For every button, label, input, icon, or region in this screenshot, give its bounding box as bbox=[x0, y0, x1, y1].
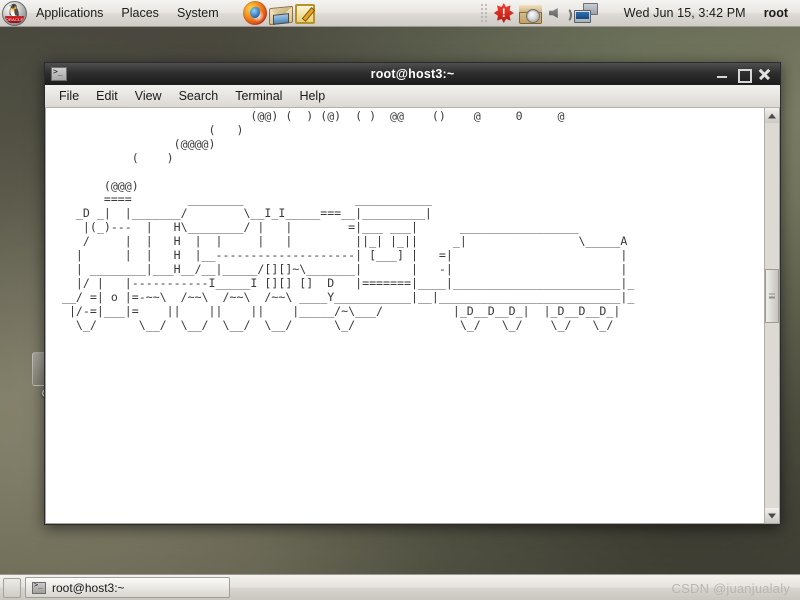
menu-search[interactable]: Search bbox=[171, 87, 227, 105]
ascii-art-locomotive: (@@) ( ) (@) ( ) @@ () @ 0 @ ( ) (@@@@) … bbox=[61, 109, 635, 332]
menu-file[interactable]: File bbox=[51, 87, 87, 105]
chevron-down-icon bbox=[768, 513, 776, 518]
close-button[interactable] bbox=[758, 68, 770, 80]
desktop[interactable]: OL 🐧 ORACLE Applications Places System W… bbox=[0, 0, 800, 600]
show-desktop-button[interactable] bbox=[3, 577, 21, 598]
text-editor-icon[interactable] bbox=[294, 4, 315, 24]
menu-help[interactable]: Help bbox=[291, 87, 333, 105]
volume-speaker-icon[interactable] bbox=[547, 3, 572, 23]
scroll-up-button[interactable] bbox=[765, 108, 779, 123]
scroll-down-button[interactable] bbox=[765, 508, 779, 523]
network-icon-front-screen bbox=[573, 9, 591, 23]
scrollbar-track[interactable] bbox=[765, 123, 779, 508]
maximize-button[interactable] bbox=[737, 68, 752, 83]
network-monitors-icon[interactable] bbox=[573, 2, 598, 24]
terminal-window[interactable]: root@host3:~ File Edit View Search Termi… bbox=[44, 62, 781, 525]
minimize-button[interactable] bbox=[716, 68, 728, 80]
logo-band-label: ORACLE bbox=[5, 15, 24, 23]
menu-edit[interactable]: Edit bbox=[88, 87, 126, 105]
terminal-body[interactable]: (@@) ( ) (@) ( ) @@ () @ 0 @ ( ) (@@@@) … bbox=[45, 108, 780, 524]
top-panel[interactable]: 🐧 ORACLE Applications Places System Wed … bbox=[0, 0, 800, 27]
chevron-up-icon bbox=[768, 113, 776, 118]
firefox-icon[interactable] bbox=[242, 1, 267, 25]
window-titlebar[interactable]: root@host3:~ bbox=[45, 63, 780, 85]
system-menu[interactable]: System bbox=[169, 3, 227, 23]
scrollbar-thumb[interactable] bbox=[765, 269, 779, 324]
alert-icon[interactable] bbox=[493, 3, 514, 23]
menu-terminal[interactable]: Terminal bbox=[227, 87, 290, 105]
taskbar-item-label: root@host3:~ bbox=[52, 580, 125, 595]
panel-drag-handle[interactable] bbox=[479, 3, 487, 23]
tux-oracle-logo-icon[interactable]: 🐧 ORACLE bbox=[2, 0, 27, 26]
menu-view[interactable]: View bbox=[127, 87, 170, 105]
terminal-screen[interactable]: (@@) ( ) (@) ( ) @@ () @ 0 @ ( ) (@@@@) … bbox=[46, 108, 764, 523]
taskbar-item-terminal[interactable]: root@host3:~ bbox=[25, 577, 230, 598]
current-user-label[interactable]: root bbox=[764, 6, 788, 20]
window-menubar[interactable]: File Edit View Search Terminal Help bbox=[45, 85, 780, 108]
watermark: CSDN @juanjualaly bbox=[671, 581, 790, 596]
clock[interactable]: Wed Jun 15, 3:42 PM bbox=[624, 6, 746, 20]
mail-icon[interactable] bbox=[268, 5, 293, 25]
terminal-icon bbox=[32, 581, 46, 594]
terminal-icon bbox=[51, 67, 67, 81]
window-controls bbox=[716, 68, 777, 83]
package-update-icon[interactable] bbox=[518, 4, 542, 24]
window-title: root@host3:~ bbox=[370, 67, 455, 81]
applications-menu[interactable]: Applications bbox=[28, 3, 111, 23]
places-menu[interactable]: Places bbox=[113, 3, 167, 23]
terminal-scrollbar[interactable] bbox=[764, 108, 779, 523]
